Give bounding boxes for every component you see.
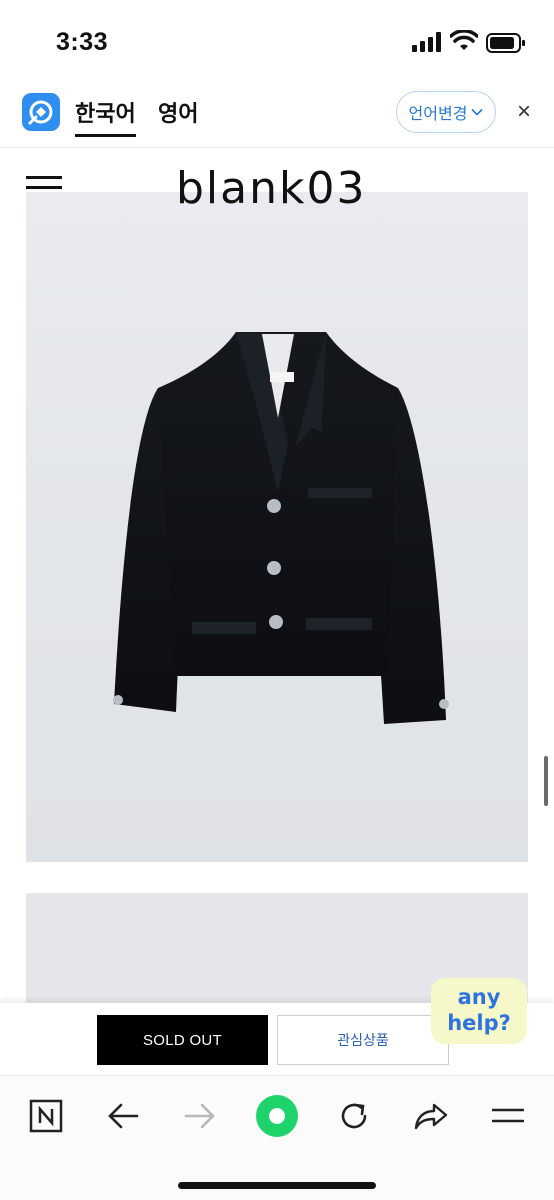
tab-english[interactable]: 영어 [158,96,198,128]
status-bar: 3:33 [0,0,554,80]
green-home-button-icon[interactable] [255,1094,299,1138]
scrollbar-thumb[interactable] [544,756,548,806]
wishlist-button[interactable]: 관심상품 [277,1015,449,1065]
help-chat-button[interactable]: any help? [431,978,527,1044]
reload-icon[interactable] [332,1094,376,1138]
sold-out-button[interactable]: SOLD OUT [97,1015,268,1065]
home-indicator [178,1182,376,1189]
black-jacket-illustration [113,332,449,724]
menu-icon[interactable] [486,1094,530,1138]
battery-icon [486,33,525,53]
translate-bar: 한국어 영어 언어변경 × [0,80,554,148]
brand-logo[interactable]: blank03 [176,163,366,215]
wifi-icon [450,30,478,50]
change-language-label: 언어변경 [408,104,468,123]
back-arrow-icon[interactable] [101,1094,145,1138]
status-time: 3:33 [56,28,109,56]
product-image[interactable] [26,192,528,862]
forward-arrow-icon[interactable] [178,1094,222,1138]
share-icon[interactable] [409,1094,453,1138]
close-button[interactable]: × [510,94,538,130]
translator-logo-icon [22,93,60,131]
naver-home-icon[interactable] [24,1094,68,1138]
change-language-button[interactable]: 언어변경 [396,91,496,133]
help-line-2: help? [447,1011,511,1035]
chevron-down-icon [471,108,484,116]
active-tab-indicator [75,134,136,137]
tab-korean[interactable]: 한국어 [75,96,136,128]
cellular-signal-icon [412,32,441,52]
help-line-1: any [457,985,501,1009]
browser-toolbar [0,1075,554,1200]
